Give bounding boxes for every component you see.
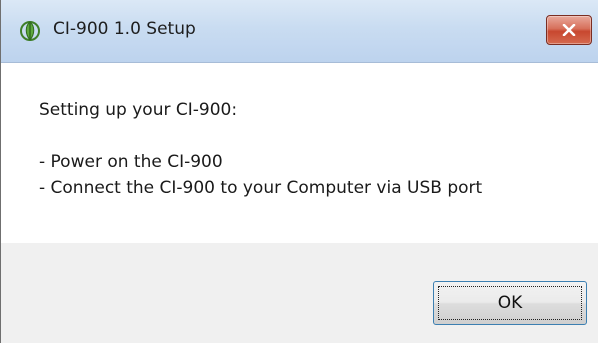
close-button[interactable] xyxy=(546,15,592,45)
step-connect-usb: - Connect the CI-900 to your Computer vi… xyxy=(39,178,483,198)
message-heading: Setting up your CI-900: xyxy=(39,100,238,120)
window-title: CI-900 1.0 Setup xyxy=(53,19,196,39)
step-power-on: - Power on the CI-900 xyxy=(39,152,223,172)
title-bar[interactable]: CI-900 1.0 Setup xyxy=(1,0,598,63)
setup-dialog: CI-900 1.0 Setup Setting up your CI-900:… xyxy=(0,0,598,343)
green-leaf-icon xyxy=(19,20,41,42)
close-icon xyxy=(562,24,576,36)
ok-button[interactable]: OK xyxy=(433,281,587,325)
message-area: Setting up your CI-900: - Power on the C… xyxy=(1,63,598,243)
button-bar: OK xyxy=(1,243,598,343)
ok-button-label: OK xyxy=(497,293,523,313)
